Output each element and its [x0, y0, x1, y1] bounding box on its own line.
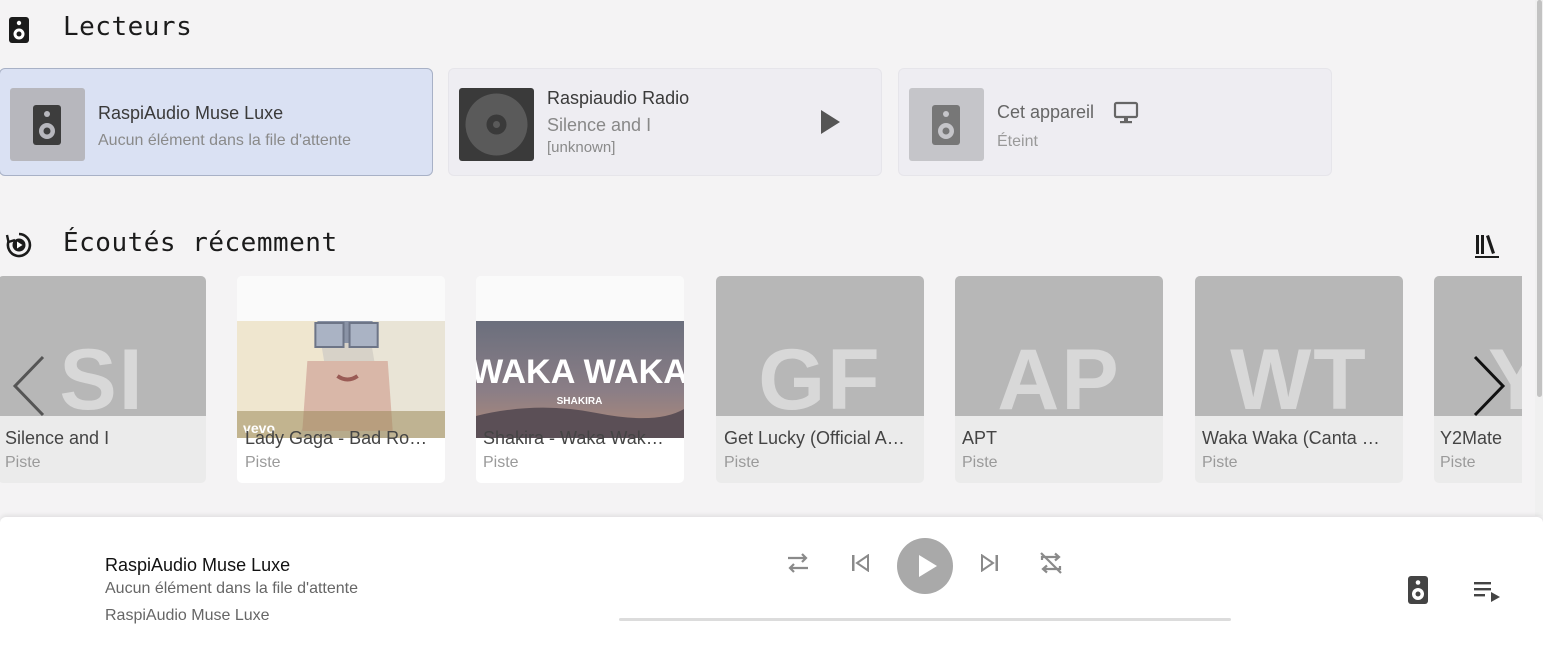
library-icon[interactable]: [1475, 233, 1499, 259]
repeat-off-icon[interactable]: [1038, 550, 1064, 576]
recent-item[interactable]: GF Get Lucky (Official A… Piste: [716, 276, 924, 483]
player-status: Éteint: [997, 133, 1038, 150]
speaker-icon[interactable]: [1407, 575, 1429, 605]
artwork-initials: SI: [59, 331, 145, 428]
item-title: Lady Gaga - Bad Ro…: [245, 428, 428, 448]
item-title: Y2Mate: [1440, 428, 1503, 448]
lady-gaga-thumbnail: vevo: [237, 321, 445, 438]
player-thumbnail: [909, 88, 984, 161]
player-artist: [unknown]: [547, 139, 616, 156]
player-thumbnail: [10, 88, 85, 161]
now-playing-bar: RaspiAudio Muse Luxe Aucun élément dans …: [0, 517, 1543, 655]
player-track-title: Silence and I: [547, 115, 652, 135]
placeholder-artwork: AP: [955, 276, 1163, 428]
recent-play-icon: [5, 232, 32, 258]
item-type: Piste: [962, 454, 998, 471]
item-type: Piste: [724, 454, 760, 471]
shuffle-icon[interactable]: [786, 552, 810, 574]
player-name: RaspiAudio Muse Luxe: [98, 103, 284, 123]
player-status: Aucun élément dans la file d'attente: [98, 132, 351, 149]
play-button[interactable]: [897, 538, 953, 594]
item-type: Piste: [483, 454, 519, 471]
artwork-initials: WT: [1230, 331, 1368, 428]
recent-item[interactable]: WT Waka Waka (Canta C… Piste: [1195, 276, 1403, 483]
artwork-initials: AP: [997, 331, 1121, 428]
play-icon: [919, 555, 937, 577]
speaker-icon: [932, 105, 960, 145]
monitor-icon: [1113, 101, 1139, 124]
player-thumbnail: [459, 88, 534, 161]
next-track-icon[interactable]: [980, 554, 1000, 572]
player-card-raspiaudio-radio[interactable]: Raspiaudio Radio Silence and I [unknown]: [448, 68, 882, 176]
recent-section-title: Écoutés récemment: [63, 228, 338, 258]
speaker-icon: [33, 105, 61, 145]
item-type: Piste: [1202, 454, 1238, 471]
recent-item[interactable]: vevo Lady Gaga - Bad Ro… Piste: [237, 276, 445, 483]
item-type: Piste: [1440, 454, 1476, 471]
player-name: Raspiaudio Radio: [547, 88, 690, 108]
players-section-title: Lecteurs: [63, 12, 193, 42]
recent-item[interactable]: WAKA WAKA SHAKIRA Shakira - Waka Wak… Pi…: [476, 276, 684, 483]
item-title: APT: [962, 428, 998, 448]
queue-icon[interactable]: [1474, 579, 1502, 603]
item-title: Waka Waka (Canta C…: [1202, 428, 1392, 448]
player-name: Cet appareil: [997, 102, 1095, 122]
item-type: Piste: [245, 454, 281, 471]
artwork-title-text: WAKA WAKA: [476, 353, 684, 391]
waka-waka-thumbnail: WAKA WAKA SHAKIRA: [476, 321, 684, 438]
play-icon[interactable]: [819, 109, 841, 135]
player-card-this-device[interactable]: Cet appareil Éteint: [898, 68, 1332, 176]
scrollbar-thumb[interactable]: [1537, 0, 1542, 397]
speaker-icon: [9, 17, 29, 43]
artwork-initials: GF: [758, 331, 882, 428]
recent-item[interactable]: AP APT Piste: [955, 276, 1163, 483]
previous-track-icon[interactable]: [850, 554, 870, 572]
progress-bar[interactable]: [619, 618, 1231, 621]
item-type: Piste: [5, 454, 41, 471]
now-playing-device: RaspiAudio Muse Luxe: [105, 607, 270, 624]
player-card-muse-luxe[interactable]: RaspiAudio Muse Luxe Aucun élément dans …: [0, 68, 433, 176]
vinyl-record-icon: [465, 93, 528, 156]
chevron-right-icon[interactable]: [1472, 355, 1506, 417]
item-title: Get Lucky (Official A…: [724, 428, 905, 448]
now-playing-player-name: RaspiAudio Muse Luxe: [105, 555, 291, 575]
chevron-left-icon[interactable]: [12, 355, 46, 417]
recent-items-carousel: SI Silence and I Piste vevo Lady Gaga - …: [0, 276, 1522, 484]
placeholder-artwork: GF: [716, 276, 924, 428]
item-title: Silence and I: [5, 428, 110, 448]
placeholder-artwork: WT: [1195, 276, 1403, 428]
now-playing-status: Aucun élément dans la file d'attente: [105, 580, 358, 597]
item-title: Shakira - Waka Wak…: [483, 428, 664, 448]
artwork-artist-text: SHAKIRA: [557, 396, 603, 407]
